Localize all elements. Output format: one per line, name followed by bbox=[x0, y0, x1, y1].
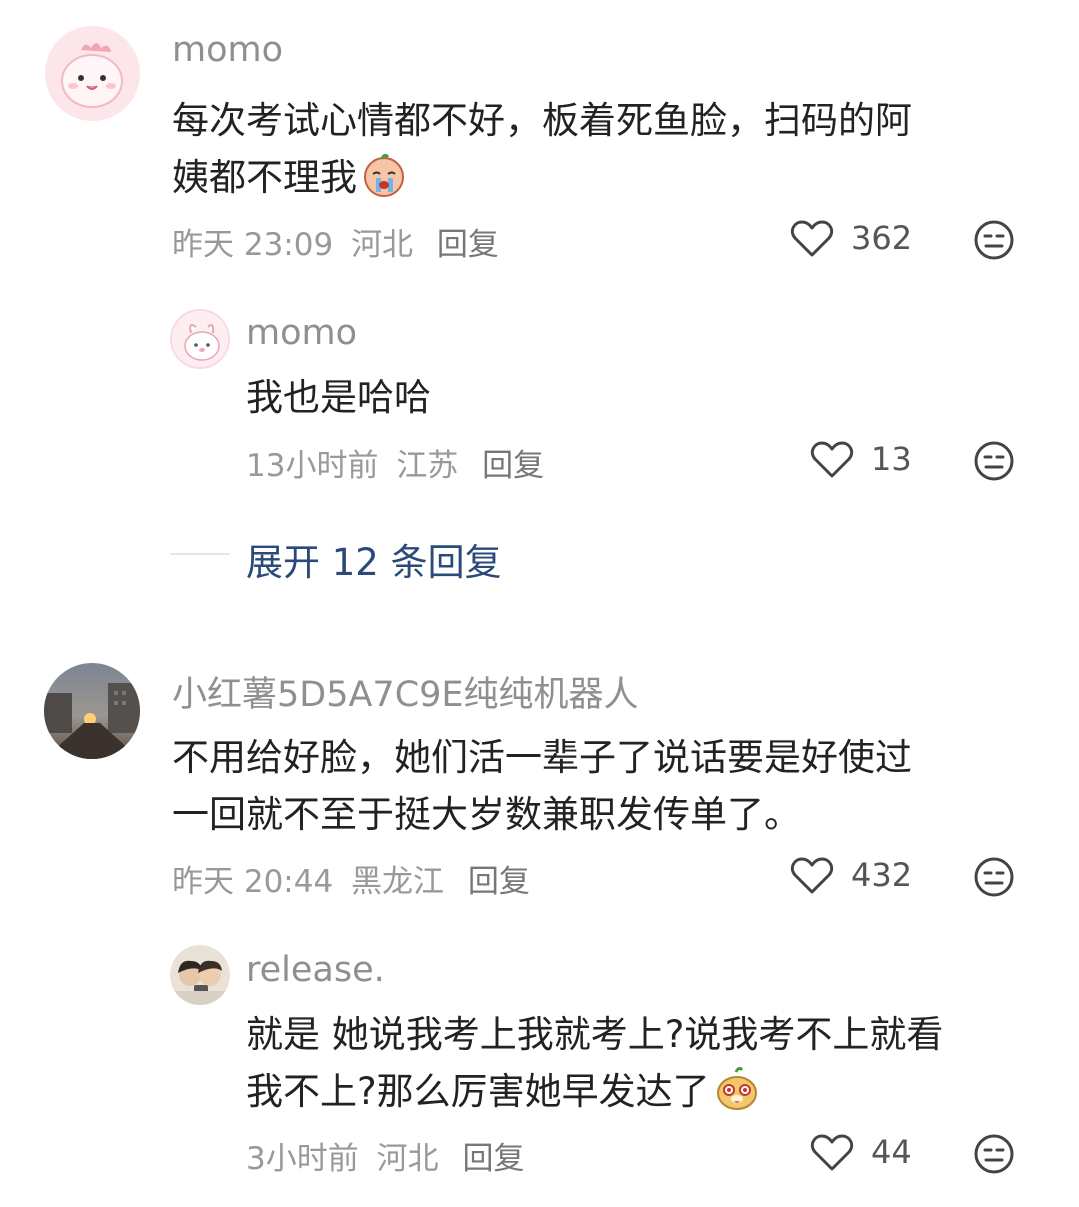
reply-time: 13小时前 bbox=[246, 448, 379, 484]
comment-text-line: 姨都不理我 bbox=[172, 149, 912, 214]
crying-emoji-icon bbox=[361, 152, 407, 214]
comment-time: 昨天 23:09 bbox=[172, 227, 334, 263]
reply-text: 我也是哈哈 bbox=[246, 376, 431, 419]
avatar[interactable] bbox=[44, 663, 140, 759]
comment-meta: 昨天 23:09 河北 回复 bbox=[172, 219, 499, 264]
comment-text: 不用给好脸，她们活一辈子了说话要是好使过 一回就不至于挺大岁数兼职发传单了。 bbox=[172, 729, 912, 843]
reply-button[interactable]: 回复 bbox=[462, 1141, 524, 1177]
reply-button[interactable]: 回复 bbox=[468, 864, 530, 900]
dog-face-emoji-icon bbox=[714, 1066, 760, 1128]
like-button[interactable]: 362 bbox=[790, 219, 920, 259]
reply-text-line: 我不上?那么厉害她早发达了 bbox=[246, 1063, 943, 1128]
heart-outline-icon bbox=[790, 220, 834, 257]
pink-creature-avatar-icon bbox=[45, 26, 139, 120]
avatar[interactable] bbox=[170, 309, 230, 369]
meh-face-icon bbox=[974, 1134, 1014, 1174]
comment-text-line: 一回就不至于挺大岁数兼职发传单了。 bbox=[172, 793, 801, 836]
divider bbox=[170, 553, 230, 555]
like-button[interactable]: 432 bbox=[790, 856, 920, 896]
like-count: 432 bbox=[851, 856, 913, 894]
heart-outline-icon bbox=[790, 857, 834, 894]
comment-username[interactable]: 小红薯5D5A7C9E纯纯机器人 bbox=[172, 666, 639, 717]
reply-location: 江苏 bbox=[396, 448, 459, 484]
avatar[interactable] bbox=[45, 26, 140, 121]
heart-outline-icon bbox=[810, 441, 854, 478]
reply-location: 河北 bbox=[376, 1141, 439, 1177]
two-people-photo-avatar bbox=[170, 945, 230, 1005]
reply-text-line: 就是 她说我考上我就考上?说我考不上就看 bbox=[246, 1013, 944, 1056]
comment-text: 每次考试心情都不好，板着死鱼脸，扫码的阿 姨都不理我 bbox=[172, 92, 912, 214]
meh-face-icon bbox=[974, 441, 1014, 481]
reaction-button[interactable] bbox=[973, 1133, 1015, 1175]
reply-text: 就是 她说我考上我就考上?说我考不上就看 我不上?那么厉害她早发达了 bbox=[246, 1006, 943, 1128]
reply-meta: 13小时前 江苏 回复 bbox=[246, 440, 544, 485]
bunny-avatar-icon bbox=[172, 311, 228, 367]
reply-button[interactable]: 回复 bbox=[437, 227, 499, 263]
comment-time: 昨天 20:44 bbox=[172, 864, 334, 900]
comment-location: 黑龙江 bbox=[351, 864, 445, 900]
reaction-button[interactable] bbox=[973, 856, 1015, 898]
comment-meta: 昨天 20:44 黑龙江 回复 bbox=[172, 856, 530, 901]
like-count: 362 bbox=[851, 219, 913, 257]
reaction-button[interactable] bbox=[973, 440, 1015, 482]
comment-text-line: 每次考试心情都不好，板着死鱼脸，扫码的阿 bbox=[172, 99, 912, 142]
reply-username[interactable]: momo bbox=[246, 313, 357, 353]
reaction-button[interactable] bbox=[973, 219, 1015, 261]
reply-button[interactable]: 回复 bbox=[482, 448, 544, 484]
reply-time: 3小时前 bbox=[246, 1141, 359, 1177]
street-sunset-photo-avatar bbox=[44, 663, 140, 759]
comment-location: 河北 bbox=[351, 227, 414, 263]
avatar[interactable] bbox=[170, 945, 230, 1005]
comment-username[interactable]: momo bbox=[172, 30, 283, 70]
reply-username[interactable]: release. bbox=[246, 950, 385, 990]
like-count: 44 bbox=[871, 1133, 912, 1171]
meh-face-icon bbox=[974, 220, 1014, 260]
reply-meta: 3小时前 河北 回复 bbox=[246, 1133, 524, 1178]
like-button[interactable]: 13 bbox=[810, 440, 920, 480]
heart-outline-icon bbox=[810, 1134, 854, 1171]
like-button[interactable]: 44 bbox=[810, 1133, 920, 1173]
meh-face-icon bbox=[974, 857, 1014, 897]
like-count: 13 bbox=[871, 440, 912, 478]
comment-text-line: 不用给好脸，她们活一辈子了说话要是好使过 bbox=[172, 736, 912, 779]
expand-replies-button[interactable]: 展开 12 条回复 bbox=[246, 532, 502, 586]
